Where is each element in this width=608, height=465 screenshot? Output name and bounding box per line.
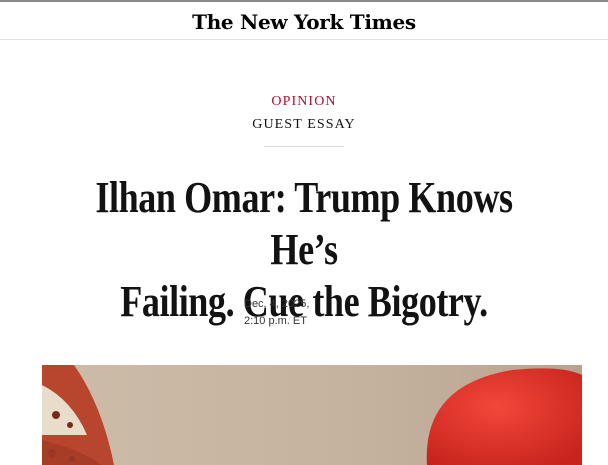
publish-time: 2:10 p.m. ET (244, 315, 307, 327)
divider (264, 146, 344, 147)
headline-line-1: Ilhan Omar: Trump Knows He’s (95, 173, 513, 274)
section-kicker[interactable]: OPINION (0, 94, 608, 110)
publish-date: Dec. 4, 2025, (244, 298, 310, 310)
timestamp: Dec. 4, 2025, 2:10 p.m. ET (244, 296, 309, 330)
article-label: GUEST ESSAY (252, 117, 356, 132)
lead-photo-image (42, 365, 582, 465)
nyt-logo[interactable]: The New York Times (192, 10, 416, 34)
lead-photo (42, 365, 582, 465)
masthead: The New York Times (0, 2, 608, 40)
